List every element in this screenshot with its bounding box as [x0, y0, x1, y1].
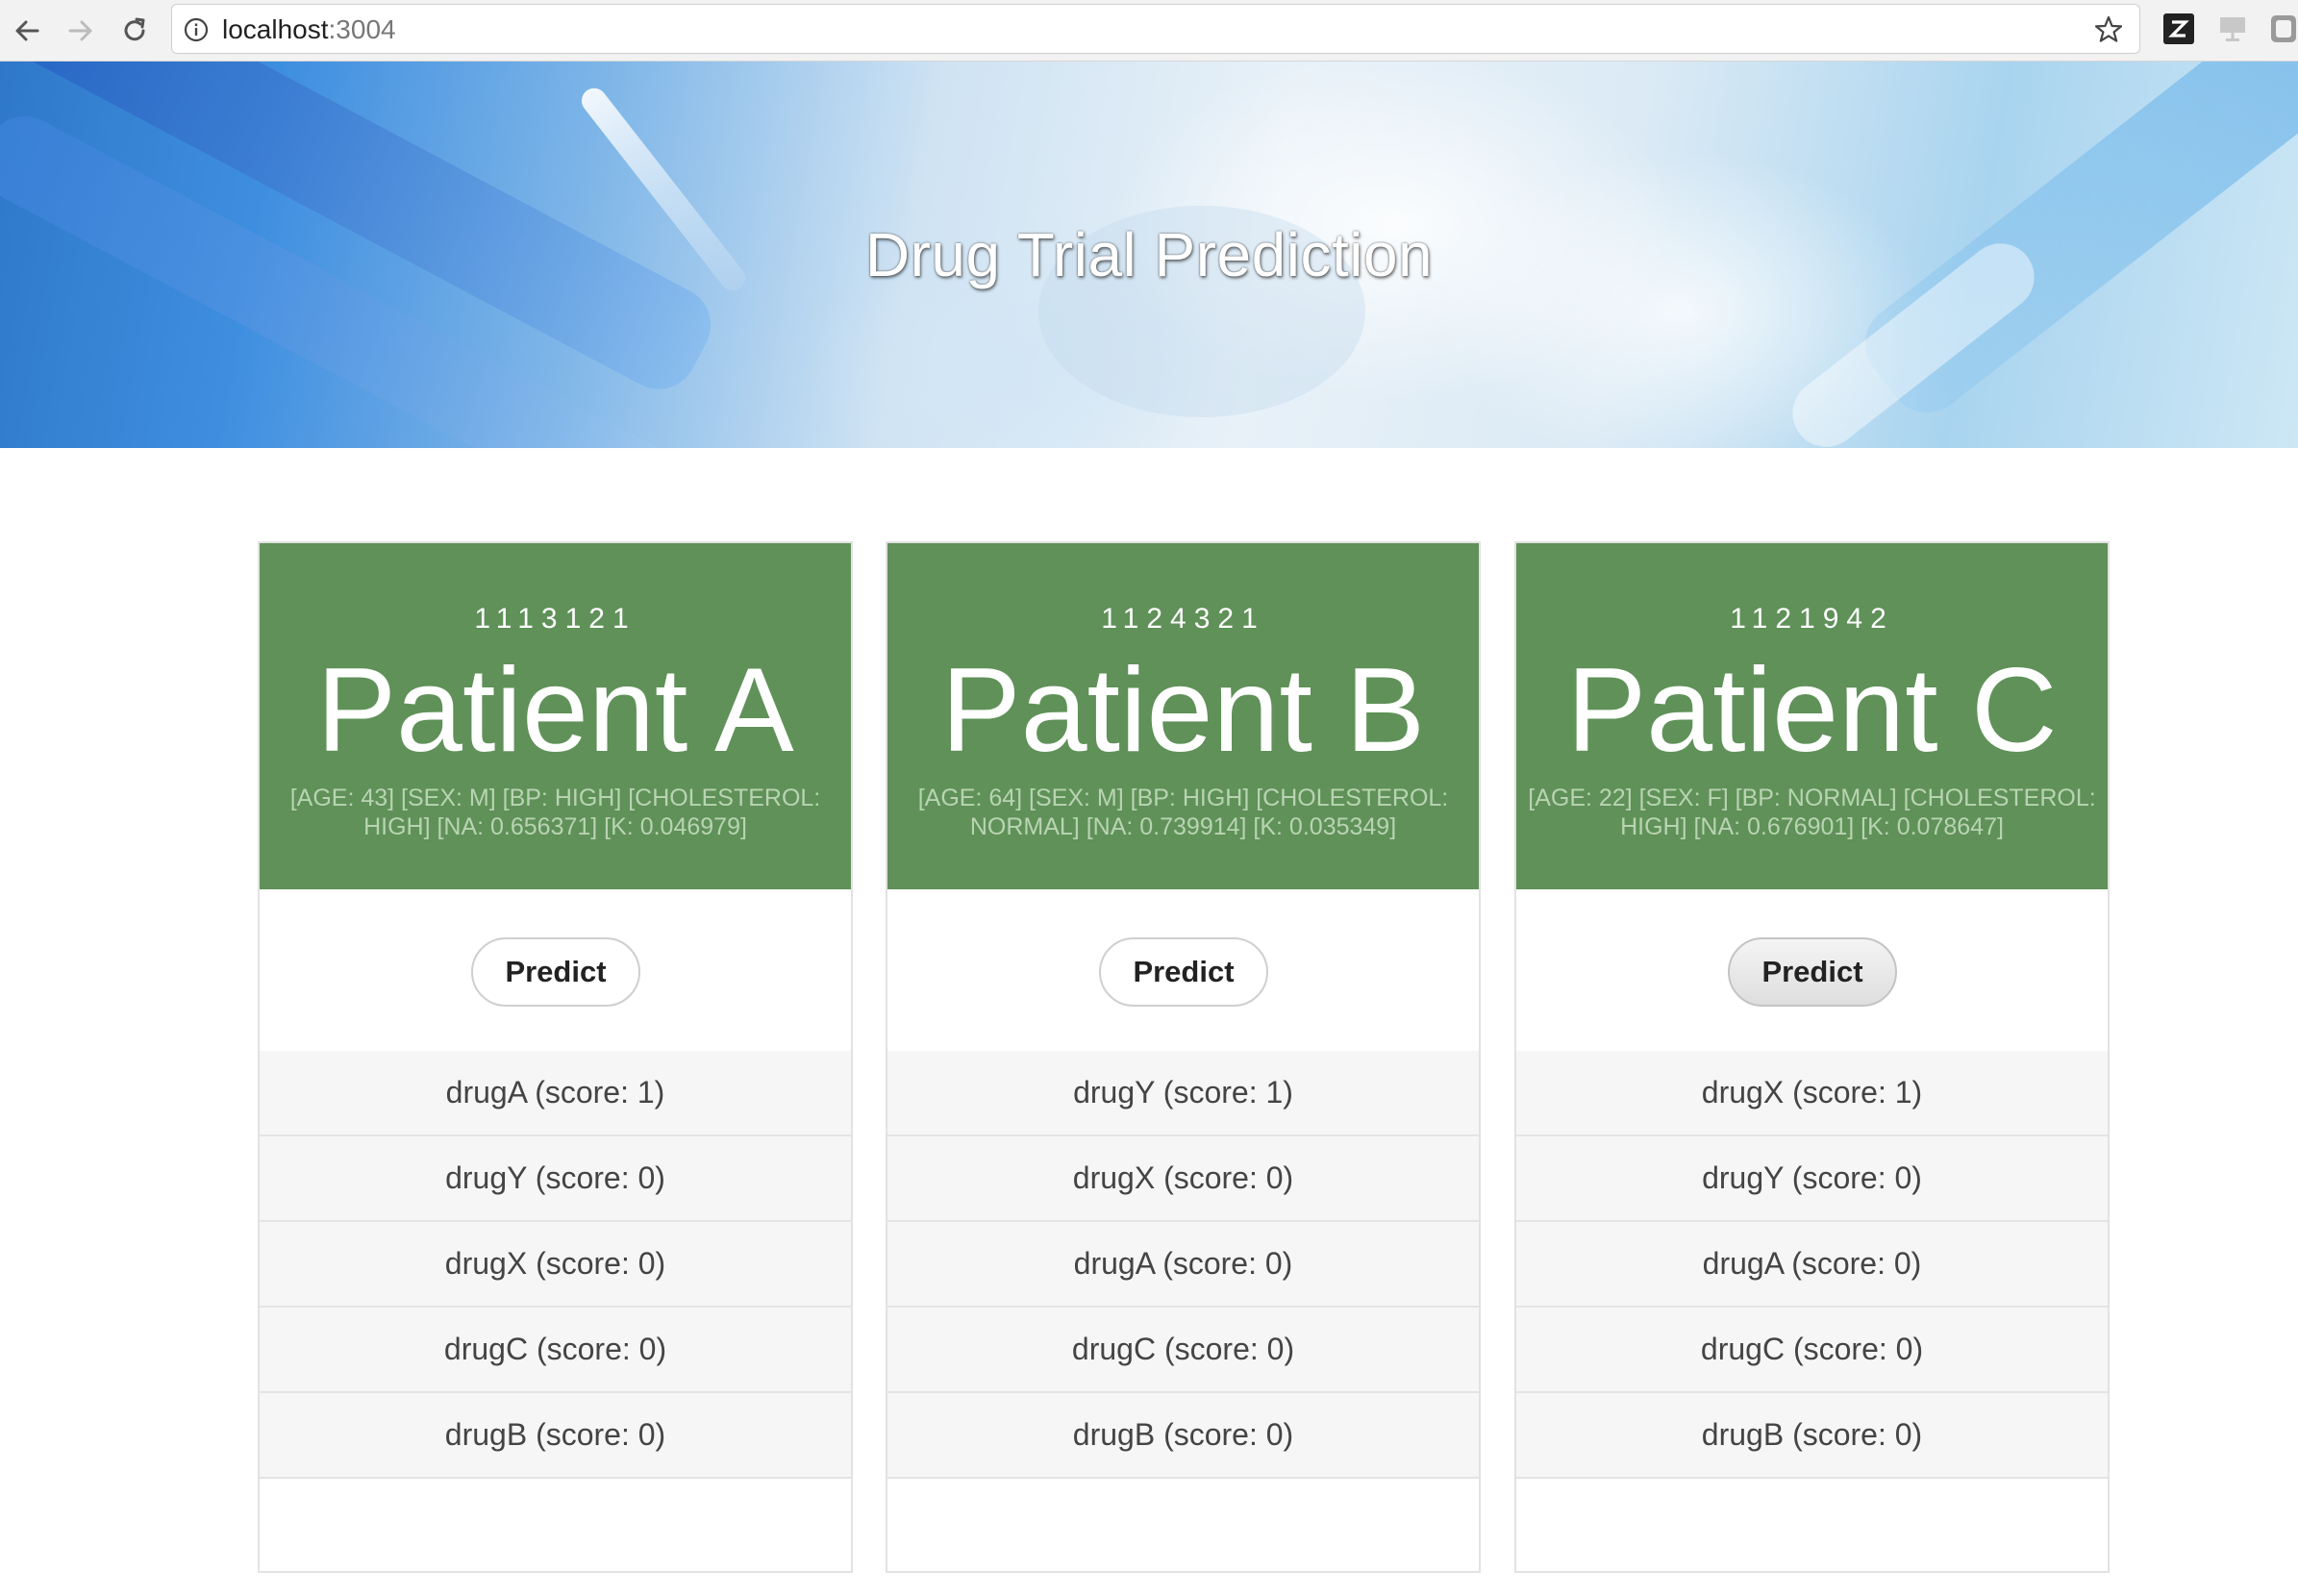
drug-score-item: drugX (score: 0) — [260, 1222, 851, 1308]
patient-card-header: 1124321 Patient B [AGE: 64] [SEX: M] [BP… — [887, 543, 1479, 889]
address-bar[interactable]: localhost:3004 — [171, 4, 2140, 54]
drug-score-item: drugX (score: 1) — [1516, 1051, 2108, 1136]
z-logo-icon — [2163, 13, 2194, 44]
drug-score-item: drugA (score: 0) — [1516, 1222, 2108, 1308]
drug-score-list: drugY (score: 1) drugX (score: 0) drugA … — [887, 1051, 1479, 1479]
patient-card: 1121942 Patient C [AGE: 22] [SEX: F] [BP… — [1514, 541, 2110, 1573]
drug-score-item: drugA (score: 1) — [260, 1051, 851, 1136]
extension-icon[interactable] — [2269, 13, 2298, 44]
drug-score-item: drugC (score: 0) — [887, 1308, 1479, 1393]
hero-banner: Drug Trial Prediction — [0, 62, 2298, 448]
patient-id: 1113121 — [474, 603, 637, 635]
drug-score-item: drugY (score: 0) — [1516, 1136, 2108, 1222]
square-extension-icon — [2271, 15, 2296, 42]
predict-button[interactable]: Predict — [471, 937, 640, 1007]
predict-area: Predict — [887, 889, 1479, 1051]
presentation-extension-icon[interactable] — [2217, 13, 2248, 44]
predict-area: Predict — [260, 889, 851, 1051]
drug-score-item: drugC (score: 0) — [260, 1308, 851, 1393]
drug-score-item: drugC (score: 0) — [1516, 1308, 2108, 1393]
back-button[interactable] — [6, 10, 48, 52]
drug-score-item: drugB (score: 0) — [260, 1393, 851, 1479]
info-icon[interactable] — [184, 17, 209, 42]
reload-button[interactable] — [113, 10, 156, 52]
patient-name: Patient B — [940, 644, 1426, 777]
drug-score-item: drugB (score: 0) — [1516, 1393, 2108, 1479]
patient-details: [AGE: 64] [SEX: M] [BP: HIGH] [CHOLESTER… — [917, 785, 1449, 840]
drug-score-item: drugX (score: 0) — [887, 1136, 1479, 1222]
screen-icon — [2220, 17, 2245, 41]
page-title: Drug Trial Prediction — [864, 220, 1434, 289]
patient-details: [AGE: 43] [SEX: M] [BP: HIGH] [CHOLESTER… — [289, 785, 821, 840]
patient-name: Patient A — [316, 644, 794, 777]
drug-score-list: drugA (score: 1) drugY (score: 0) drugX … — [260, 1051, 851, 1479]
patient-card: 1113121 Patient A [AGE: 43] [SEX: M] [BP… — [258, 541, 853, 1573]
patient-details: [AGE: 22] [SEX: F] [BP: NORMAL] [CHOLEST… — [1528, 785, 2096, 840]
star-icon[interactable] — [2093, 14, 2124, 45]
predict-area: Predict — [1516, 889, 2108, 1051]
patient-card: 1124321 Patient B [AGE: 64] [SEX: M] [BP… — [886, 541, 1481, 1573]
drug-score-list: drugX (score: 1) drugY (score: 0) drugA … — [1516, 1051, 2108, 1479]
url-text[interactable]: localhost:3004 — [222, 15, 396, 44]
url-port: :3004 — [328, 14, 396, 44]
drug-score-item: drugY (score: 0) — [260, 1136, 851, 1222]
drug-score-item: drugA (score: 0) — [887, 1222, 1479, 1308]
zotero-extension-icon[interactable] — [2163, 13, 2194, 44]
forward-button[interactable] — [60, 10, 102, 52]
patient-cards: 1113121 Patient A [AGE: 43] [SEX: M] [BP… — [258, 541, 2110, 1573]
predict-button[interactable]: Predict — [1099, 937, 1268, 1007]
patient-id: 1124321 — [1101, 603, 1265, 635]
browser-toolbar: localhost:3004 — [0, 0, 2298, 62]
arrow-right-icon — [68, 20, 92, 41]
patient-card-header: 1113121 Patient A [AGE: 43] [SEX: M] [BP… — [260, 543, 851, 889]
patient-name: Patient C — [1566, 644, 2058, 777]
patient-card-header: 1121942 Patient C [AGE: 22] [SEX: F] [BP… — [1516, 543, 2108, 889]
reload-icon — [124, 17, 145, 41]
predict-button[interactable]: Predict — [1728, 937, 1897, 1007]
patient-id: 1121942 — [1730, 603, 1894, 635]
url-host: localhost — [222, 14, 329, 44]
drug-score-item: drugY (score: 1) — [887, 1051, 1479, 1136]
arrow-left-icon — [15, 20, 39, 41]
drug-score-item: drugB (score: 0) — [887, 1393, 1479, 1479]
